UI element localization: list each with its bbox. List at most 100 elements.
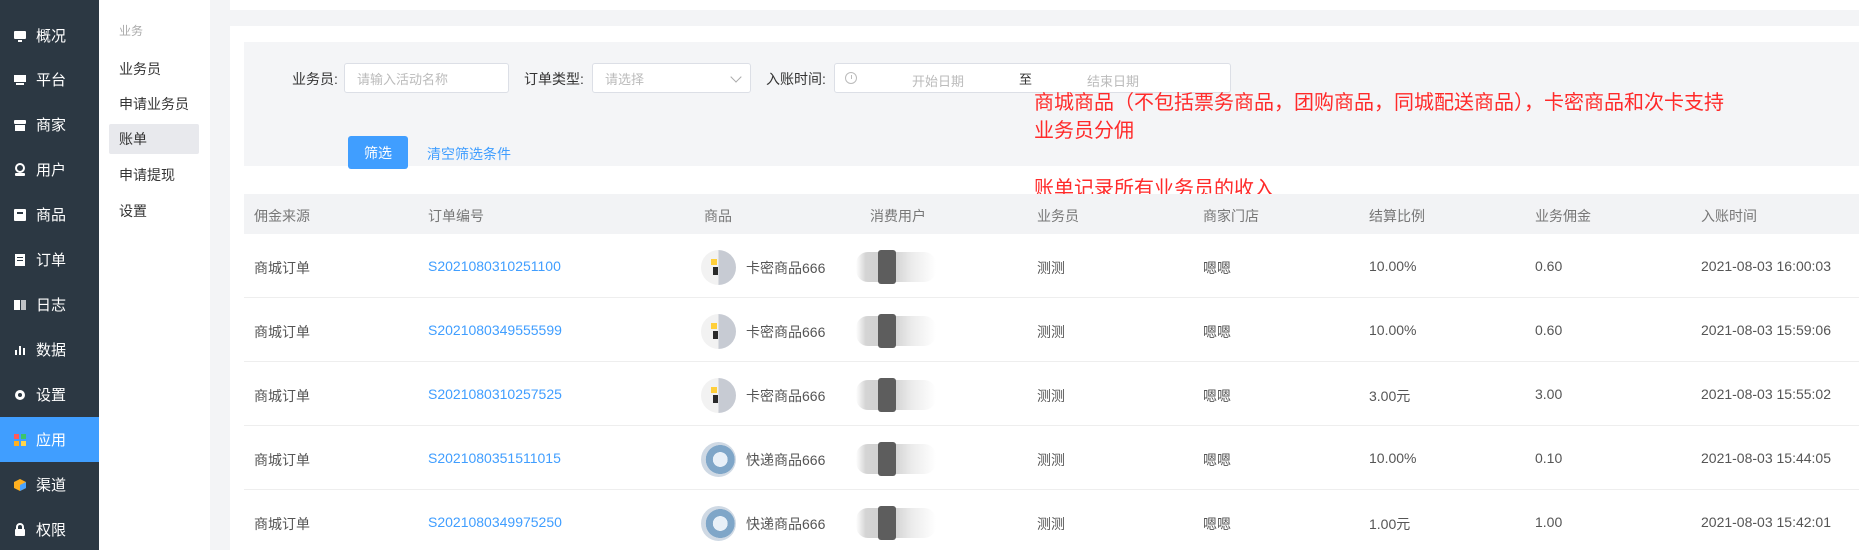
nav-item-label: 权限 — [36, 522, 67, 539]
cell-source: 商城订单 — [254, 260, 310, 276]
cell-store: 嗯嗯 — [1203, 388, 1231, 404]
order-type-placeholder: 请选择 — [605, 71, 645, 87]
sub-item-bill[interactable]: 账单 — [109, 124, 199, 154]
cell-order-link[interactable]: S2021080310251100 — [428, 258, 561, 274]
cell-time: 2021-08-03 15:59:06 — [1701, 322, 1831, 338]
cell-salesman: 测测 — [1037, 516, 1065, 532]
header-ratio: 结算比例 — [1369, 208, 1425, 224]
user-avatar — [856, 440, 936, 478]
store-icon — [13, 118, 27, 132]
apps-icon — [13, 433, 27, 447]
cell-salesman: 测测 — [1037, 388, 1065, 404]
cell-order-link[interactable]: S2021080349975250 — [428, 514, 562, 530]
nav-item-log[interactable]: 日志 — [0, 282, 99, 327]
main-sidebar: 概况 平台 商家 用户 商品 订单 日志 数据 设置 应用 渠道 权限 — [0, 0, 99, 550]
goods-thumbnail — [701, 378, 736, 413]
sub-item-apply-salesman[interactable]: 申请业务员 — [109, 89, 199, 119]
nav-item-label: 商品 — [36, 207, 67, 224]
sub-sidebar: 业务 业务员 申请业务员 账单 申请提现 设置 — [99, 0, 210, 550]
nav-item-data[interactable]: 数据 — [0, 327, 99, 372]
nav-item-goods[interactable]: 商品 — [0, 192, 99, 237]
nav-item-label: 用户 — [36, 162, 67, 179]
cell-goods: 卡密商品666 — [746, 324, 826, 340]
cell-order-link[interactable]: S2021080310257525 — [428, 386, 562, 402]
nav-item-label: 平台 — [36, 72, 67, 89]
cell-ratio: 3.00元 — [1369, 388, 1411, 404]
cell-store: 嗯嗯 — [1203, 452, 1231, 468]
cell-store: 嗯嗯 — [1203, 516, 1231, 532]
cell-ratio: 1.00元 — [1369, 516, 1411, 532]
cell-source: 商城订单 — [254, 388, 310, 404]
nav-item-user[interactable]: 用户 — [0, 147, 99, 192]
goods-thumbnail — [701, 250, 736, 285]
table-row: 商城订单 S2021080351511015 快递商品666 测测 嗯嗯 10.… — [244, 426, 1859, 490]
desktop-icon — [13, 73, 27, 87]
cell-commission: 0.60 — [1535, 322, 1563, 338]
nav-item-overview[interactable]: 概况 — [0, 13, 99, 58]
order-type-select[interactable]: 请选择 — [592, 63, 751, 93]
table-row: 商城订单 S2021080310251100 卡密商品666 测测 嗯嗯 10.… — [244, 234, 1859, 298]
annotation-line-1: 商城商品（不包括票务商品，团购商品，同城配送商品），卡密商品和次卡支持 — [1034, 92, 1724, 114]
range-separator: 至 — [1019, 72, 1033, 87]
end-date[interactable]: 结束日期 — [1087, 71, 1139, 90]
cell-commission: 3.00 — [1535, 386, 1563, 402]
nav-item-merchant[interactable]: 商家 — [0, 102, 99, 147]
sub-item-settings[interactable]: 设置 — [109, 196, 199, 226]
nav-item-settings[interactable]: 设置 — [0, 372, 99, 417]
header-source: 佣金来源 — [254, 208, 310, 224]
table-header: 佣金来源 订单编号 商品 消费用户 业务员 商家门店 结算比例 业务佣金 入账时… — [244, 194, 1859, 234]
clear-filter-link[interactable]: 清空筛选条件 — [427, 144, 511, 164]
nav-item-platform[interactable]: 平台 — [0, 57, 99, 102]
nav-item-label: 数据 — [36, 342, 67, 359]
salesman-input[interactable]: 请输入活动名称 — [344, 63, 509, 93]
cell-goods: 卡密商品666 — [746, 388, 826, 404]
cell-store: 嗯嗯 — [1203, 324, 1231, 340]
user-avatar — [856, 376, 936, 414]
cell-commission: 0.10 — [1535, 450, 1563, 466]
goods-thumbnail — [701, 314, 736, 349]
header-store: 商家门店 — [1203, 208, 1259, 224]
nav-item-label: 应用 — [36, 432, 67, 449]
goods-thumbnail — [701, 442, 736, 477]
cell-time: 2021-08-03 15:42:01 — [1701, 514, 1831, 530]
nav-item-label: 订单 — [36, 252, 67, 269]
main-content: 业务员: 请输入活动名称 订单类型: 请选择 入账时间: 开始日期 至 结束日期… — [210, 0, 1859, 550]
cell-order-link[interactable]: S2021080351511015 — [428, 450, 561, 466]
cell-order-link[interactable]: S2021080349555599 — [428, 322, 562, 338]
nav-item-order[interactable]: 订单 — [0, 237, 99, 282]
table-row: 商城订单 S2021080310257525 卡密商品666 测测 嗯嗯 3.0… — [244, 362, 1859, 426]
cell-salesman: 测测 — [1037, 260, 1065, 276]
header-time: 入账时间 — [1701, 208, 1757, 224]
nav-item-apps[interactable]: 应用 — [0, 417, 99, 462]
time-label: 入账时间: — [766, 71, 826, 87]
annotation-line-2: 业务员分佣 — [1034, 120, 1134, 142]
nav-item-label: 日志 — [36, 297, 67, 314]
header-salesman: 业务员 — [1037, 208, 1079, 224]
cell-goods: 卡密商品666 — [746, 260, 826, 276]
table-row: 商城订单 S2021080349555599 卡密商品666 测测 嗯嗯 10.… — [244, 298, 1859, 362]
sub-section-title: 业务 — [119, 24, 144, 38]
cell-store: 嗯嗯 — [1203, 260, 1231, 276]
cell-commission: 1.00 — [1535, 514, 1563, 530]
chevron-down-icon — [730, 71, 742, 83]
table-row: 商城订单 S2021080349975250 快递商品666 测测 嗯嗯 1.0… — [244, 490, 1859, 550]
goods-thumbnail — [701, 506, 736, 541]
nav-item-permission[interactable]: 权限 — [0, 507, 99, 550]
cell-ratio: 10.00% — [1369, 322, 1417, 338]
user-avatar — [856, 504, 936, 542]
log-icon — [13, 298, 27, 312]
cell-source: 商城订单 — [254, 516, 310, 532]
search-button[interactable]: 筛选 — [348, 136, 408, 169]
nav-item-label: 设置 — [36, 387, 67, 404]
cell-goods: 快递商品666 — [746, 516, 826, 532]
sub-item-salesman[interactable]: 业务员 — [109, 54, 199, 84]
start-date[interactable]: 开始日期 — [912, 71, 964, 90]
order-type-label: 订单类型: — [524, 71, 584, 87]
monitor-icon — [13, 29, 27, 43]
header-order-no: 订单编号 — [428, 208, 484, 224]
nav-item-channel[interactable]: 渠道 — [0, 462, 99, 507]
salesman-label: 业务员: — [292, 71, 338, 87]
sub-item-apply-withdraw[interactable]: 申请提现 — [109, 160, 199, 190]
cell-goods: 快递商品666 — [746, 452, 826, 468]
user-icon — [13, 162, 27, 177]
